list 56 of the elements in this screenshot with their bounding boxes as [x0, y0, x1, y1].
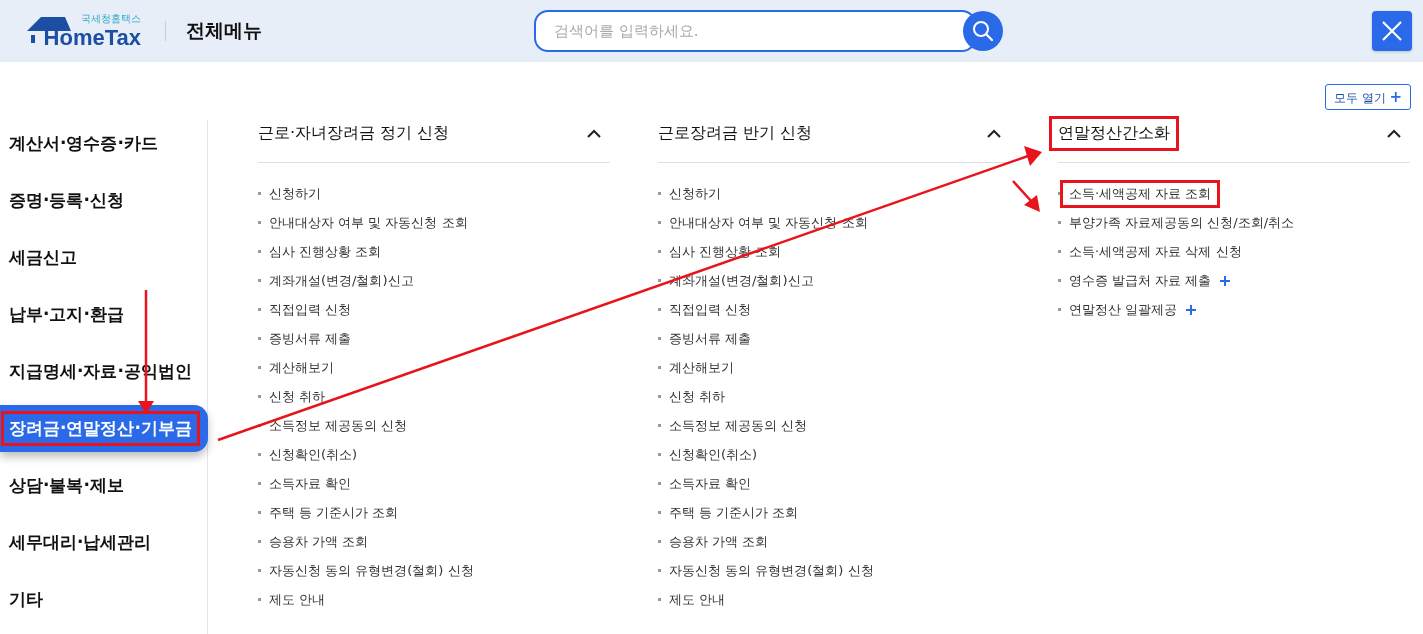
collapse-caret-icon[interactable] [986, 128, 1002, 138]
menu-link[interactable]: 신청하기 [269, 184, 321, 203]
sidebar-item[interactable]: 장려금·연말정산·기부금 [0, 405, 208, 452]
menu-link[interactable]: 증빙서류 제출 [669, 329, 752, 348]
menu-link[interactable]: 승용차 가액 조회 [269, 532, 369, 551]
logo-subtitle: 국세청홈택스 [81, 13, 141, 25]
close-button[interactable] [1372, 11, 1412, 51]
menu-link[interactable]: 제도 안내 [269, 590, 326, 609]
sidebar-item[interactable]: 상담·불복·제보 [0, 462, 207, 509]
menu-link[interactable]: 부양가족 자료제공동의 신청/조회/취소 [1069, 213, 1295, 232]
menu-link[interactable]: 자동신청 동의 유형변경(철회) 신청 [669, 561, 874, 580]
menu-link[interactable]: 승용차 가액 조회 [669, 532, 769, 551]
menu-link[interactable]: 증빙서류 제출 [269, 329, 352, 348]
page-title: 전체메뉴 [186, 18, 262, 43]
menu-link[interactable]: 계산해보기 [669, 358, 734, 377]
menu-link[interactable]: 제도 안내 [669, 590, 726, 609]
menu-link[interactable]: 안내대상자 여부 및 자동신청 조회 [669, 213, 868, 232]
sidebar-item[interactable]: 납부·고지·환급 [0, 291, 207, 338]
menu-link[interactable]: 계산해보기 [269, 358, 334, 377]
sidebar-item[interactable]: 계산서·영수증·카드 [0, 120, 207, 167]
menu-link[interactable]: 심사 진행상황 조회 [269, 242, 382, 261]
menu-link[interactable]: 소득·세액공제 자료 삭제 신청 [1069, 242, 1242, 261]
section-heading: 연말정산간소화 [1052, 118, 1176, 148]
plus-icon[interactable] [1219, 274, 1232, 287]
sidebar-item[interactable]: 증명·등록·신청 [0, 177, 207, 224]
menu-link[interactable]: 계좌개설(변경/철회)신고 [669, 271, 814, 290]
menu-link[interactable]: 소득정보 제공동의 신청 [669, 416, 808, 435]
menu-link[interactable]: 직접입력 신청 [269, 300, 352, 319]
menu-link[interactable]: 직접입력 신청 [669, 300, 752, 319]
menu-link[interactable]: 소득정보 제공동의 신청 [269, 416, 408, 435]
menu-link[interactable]: 영수증 발급처 자료 제출 [1069, 271, 1212, 290]
collapse-caret-icon[interactable] [1386, 128, 1402, 138]
menu-link[interactable]: 연말정산 일괄제공 [1069, 300, 1178, 319]
plus-icon[interactable] [1185, 303, 1198, 316]
close-icon [1381, 20, 1403, 42]
menu-link[interactable]: 자동신청 동의 유형변경(철회) 신청 [269, 561, 474, 580]
menu-link[interactable]: 신청확인(취소) [669, 445, 758, 464]
menu-link[interactable]: 안내대상자 여부 및 자동신청 조회 [269, 213, 468, 232]
menu-link[interactable]: 신청 취하 [669, 387, 726, 406]
menu-link[interactable]: 주택 등 기준시가 조회 [669, 503, 799, 522]
menu-link[interactable]: 신청하기 [669, 184, 721, 203]
menu-link[interactable]: 신청 취하 [269, 387, 326, 406]
expand-all-button[interactable]: 모두 열기 + [1324, 84, 1411, 110]
menu-link[interactable]: 소득자료 확인 [269, 474, 352, 493]
section-heading: 근로·자녀장려금 정기 신청 [258, 122, 450, 144]
menu-link[interactable]: 주택 등 기준시가 조회 [269, 503, 399, 522]
menu-link[interactable]: 소득자료 확인 [669, 474, 752, 493]
sidebar-item[interactable]: 세금신고 [0, 234, 207, 281]
logo-wordmark: HomeTax [43, 25, 141, 51]
menu-link[interactable]: 소득·세액공제 자료 조회 [1063, 182, 1218, 205]
collapse-caret-icon[interactable] [586, 128, 602, 138]
sidebar-item[interactable]: 기타 [0, 576, 207, 623]
menu-link[interactable]: 신청확인(취소) [269, 445, 358, 464]
section-heading: 근로장려금 반기 신청 [658, 122, 813, 144]
menu-link[interactable]: 계좌개설(변경/철회)신고 [269, 271, 414, 290]
sidebar-item[interactable]: 세무대리·납세관리 [0, 519, 207, 566]
